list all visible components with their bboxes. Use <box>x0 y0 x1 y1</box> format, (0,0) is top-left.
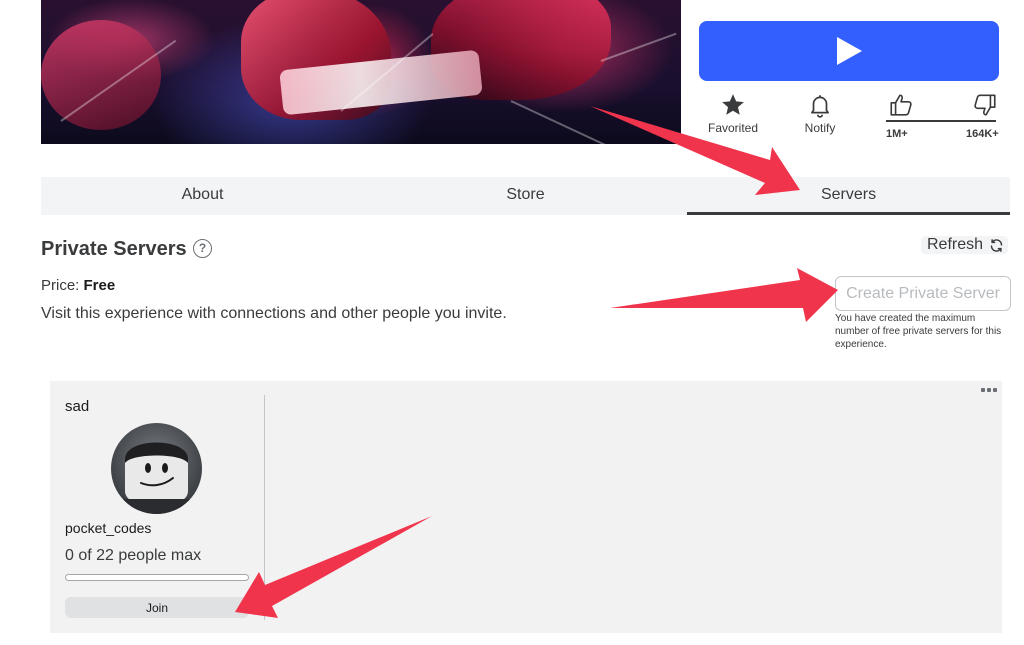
thumbs-down-icon <box>974 94 996 116</box>
server-capacity: 0 of 22 people max <box>65 547 202 564</box>
create-limit-note: You have created the maximum number of f… <box>835 313 1002 350</box>
price-label: Price: <box>41 277 80 294</box>
tab-bar: About Store Servers <box>41 177 1010 215</box>
bell-icon <box>811 95 829 118</box>
favorite-label: Favorited <box>707 121 759 135</box>
section-description: Visit this experience with connections a… <box>41 305 507 322</box>
section-title: Private Servers <box>41 238 187 260</box>
game-thumbnail <box>41 0 681 144</box>
price-line: Price: Free <box>41 277 115 294</box>
refresh-icon <box>990 238 1003 252</box>
tab-store[interactable]: Store <box>364 177 687 215</box>
more-options-icon[interactable] <box>981 388 999 396</box>
downvote-count: 164K+ <box>966 128 999 140</box>
help-icon[interactable]: ? <box>193 239 212 258</box>
card-divider <box>264 395 265 620</box>
star-icon <box>722 94 744 115</box>
vote-ratio-bar <box>886 120 996 122</box>
refresh-label: Refresh <box>927 236 984 253</box>
server-name: sad <box>65 398 90 415</box>
notify-label: Notify <box>804 121 836 135</box>
server-list <box>50 381 1002 633</box>
refresh-button[interactable]: Refresh <box>921 236 1009 254</box>
favorite-button[interactable]: Favorited <box>700 92 766 135</box>
avatar[interactable] <box>111 423 202 514</box>
play-button[interactable] <box>699 21 999 81</box>
play-icon <box>837 37 862 65</box>
join-button[interactable]: Join <box>65 597 249 618</box>
capacity-bar <box>65 574 249 581</box>
upvote-count: 1M+ <box>886 128 908 140</box>
tab-servers[interactable]: Servers <box>687 177 1010 215</box>
tab-about[interactable]: About <box>41 177 364 215</box>
thumbs-up-icon <box>890 94 912 116</box>
upvote-button[interactable] <box>886 92 916 118</box>
create-private-server-button[interactable]: Create Private Server <box>835 276 1011 311</box>
notify-button[interactable]: Notify <box>790 92 850 135</box>
arrow-to-create-button <box>610 268 838 322</box>
server-owner[interactable]: pocket_codes <box>65 520 151 536</box>
downvote-button[interactable] <box>970 92 1000 118</box>
price-value: Free <box>83 277 116 294</box>
